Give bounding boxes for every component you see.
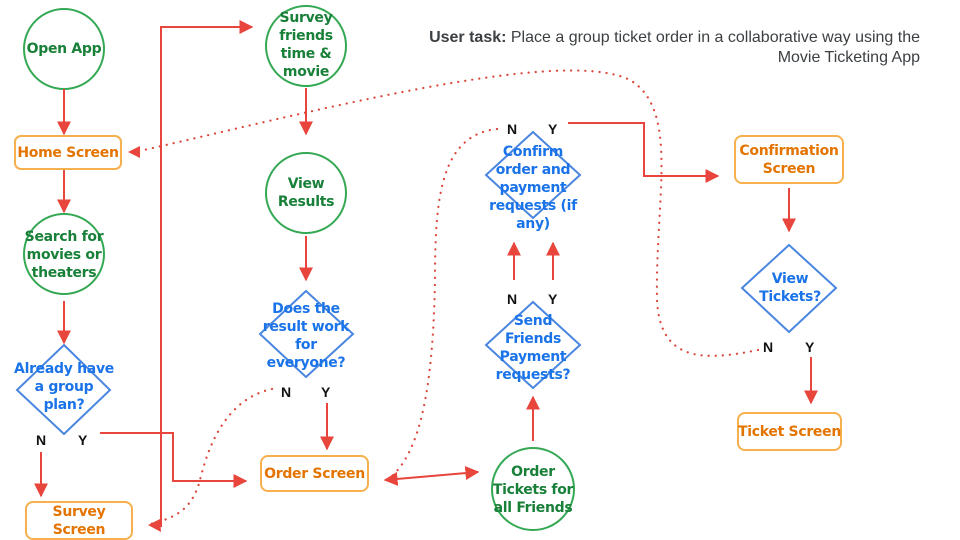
arrow-confirm-yes-to-confirmation xyxy=(568,122,720,183)
confirm-order-yes-label: Y xyxy=(548,121,558,137)
view-tickets-no-label: N xyxy=(763,339,774,355)
arrowhead-survey-screen xyxy=(148,519,161,532)
view-results-label: View Results xyxy=(277,176,335,210)
view-tickets-yes-label: Y xyxy=(805,339,815,355)
result-work-no-label: N xyxy=(281,384,292,400)
send-payment-yes-label: Y xyxy=(548,291,558,307)
group-plan-no-label: N xyxy=(36,432,47,448)
search-label: Search for movies or theaters xyxy=(24,229,104,281)
survey-friends-label: Survey friends time & movie xyxy=(279,10,333,80)
arrow-order-to-tickets xyxy=(383,466,480,486)
title-label: User task: xyxy=(429,29,507,46)
title-text-line1: Place a group ticket order in a collabor… xyxy=(506,29,920,46)
arrow-survey-screen-to-survey-friends xyxy=(160,20,254,527)
open-app-label: Open App xyxy=(26,41,102,57)
confirm-order-no-label: N xyxy=(507,121,518,137)
send-payment-label: Send Friends Payment requests? xyxy=(495,313,571,383)
confirm-order-label: Confirm order and payment requests (if a… xyxy=(489,144,577,232)
order-tickets-label: Order Tickets for all Friends xyxy=(492,464,574,516)
group-plan-yes-label: Y xyxy=(78,432,88,448)
dotted-result-no-to-survey-screen xyxy=(148,387,274,526)
dotted-confirm-no-to-order xyxy=(390,127,499,478)
confirmation-screen-label: Confirmation Screen xyxy=(739,142,839,177)
survey-screen-label: Survey Screen xyxy=(52,503,106,538)
group-plan-label: Already have a group plan? xyxy=(14,361,114,413)
title-text-line2: Movie Ticketing App xyxy=(777,49,920,66)
order-screen-label: Order Screen xyxy=(264,465,365,482)
result-work-label: Does the result work for everyone? xyxy=(262,301,350,371)
view-tickets-label: View Tickets? xyxy=(759,271,821,305)
ticket-screen-label: Ticket Screen xyxy=(738,423,841,440)
arrow-plan-yes-to-order xyxy=(100,432,248,488)
user-task-title: User task: Place a group ticket order in… xyxy=(380,28,920,68)
result-work-yes-label: Y xyxy=(321,384,331,400)
send-payment-no-label: N xyxy=(507,291,518,307)
home-screen-label: Home Screen xyxy=(17,144,119,161)
dotted-view-no-to-home xyxy=(133,69,760,357)
arrowhead-home xyxy=(128,146,140,158)
